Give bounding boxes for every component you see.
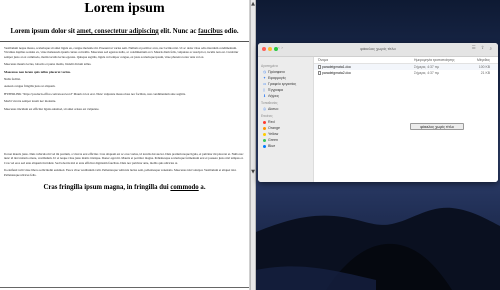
window-title: φάκελος χωρίς τίτλο [360, 46, 396, 51]
tag-dot-icon [263, 132, 266, 136]
section-heading-underlined: commodo [170, 184, 199, 192]
desktop-icon: ▭ [263, 81, 267, 86]
sidebar-item-downloads[interactable]: ⬇ Λήψεις [258, 93, 313, 99]
paragraph: Maecenas tincidunt est efficitur ligula … [4, 106, 100, 111]
subtitle-text: Lorem ipsum dolor sit [10, 28, 77, 35]
subtitle-text-mid: elit. Nunc ac [158, 28, 199, 35]
sidebar-item-label: Λήψεις [268, 94, 280, 98]
file-size: 21 KB [480, 71, 490, 75]
tag-dot-icon [263, 126, 266, 130]
footer-rule [0, 287, 249, 288]
column-size[interactable]: Μέγεθος [464, 57, 494, 63]
document-subtitle: Lorem ipsum dolor sit amet, consectetur … [0, 28, 249, 35]
paragraph: In eleifend velit vitae libero sollicitu… [4, 168, 237, 177]
file-name: paradeigmata2.doc [322, 71, 352, 75]
file-name-cell: paradeigmata2.doc [314, 70, 414, 76]
tag-dot-icon [263, 144, 266, 148]
sidebar-item-label: Δίκτυο [268, 107, 279, 111]
paragraph: Vestibulum neque massa, scelerisque sit … [4, 46, 239, 59]
section-heading-end: a. [198, 184, 206, 192]
document-title: Lorem ipsum [84, 1, 165, 16]
applications-icon: ✦ [263, 75, 267, 80]
sidebar-tag-blue[interactable]: Blue [258, 143, 313, 149]
document-section-heading: Cras fringilla ipsum magna, in fringilla… [0, 184, 249, 191]
file-list: Όνομα Ημερομηνία τροποποίησης Μέγεθος pa… [314, 57, 498, 182]
tag-dot-icon [263, 138, 266, 142]
sidebar-heading-locations: Τοποθεσίες [261, 101, 278, 105]
file-name: paradeigmata1.doc [322, 65, 352, 69]
column-date-modified[interactable]: Ημερομηνία τροποποίησης [414, 57, 464, 63]
paragraph: Aenean congue fringilla justo ut aliquam… [4, 84, 56, 89]
file-row[interactable]: paradeigmata2.doc Σήμερα, 4:37 πμ 21 KB [314, 70, 498, 76]
scroll-down-icon[interactable]: ▼ [251, 170, 255, 175]
paragraph-bold: Maecenas non lorem quis tellus placerat … [4, 69, 71, 74]
paragraph: In non mauris justo. Duis vehicula mi ve… [4, 152, 244, 165]
finder-toolbar: ‹ › φάκελος χωρίς τίτλο ☰ ⇪ ⌕ [258, 43, 498, 57]
column-name[interactable]: Όνομα [314, 57, 414, 63]
subtitle-text-end: odio. [222, 28, 239, 35]
new-folder-button[interactable]: φάκελος χωρίς τίτλο [410, 123, 464, 130]
file-date: Σήμερα, 4:37 πμ [414, 71, 440, 75]
doc-file-icon [318, 71, 321, 76]
section-heading-text: Cras fringilla ipsum magna, in fringilla… [43, 184, 171, 192]
paragraph: Maecenas mauris lectus, lobortis et puru… [4, 62, 92, 67]
file-rows: paradeigmata1.doc Σήμερα, 4:37 πμ 100 KB… [314, 64, 498, 76]
subtitle-underlined-2: faucibus [198, 28, 223, 35]
document-page[interactable]: Lorem ipsum Lorem ipsum dolor sit amet, … [0, 0, 250, 290]
tag-dot-icon [263, 120, 266, 124]
paragraph: Morbi viverra semper lorem nec molestie. [4, 99, 57, 104]
sidebar-heading-favorites: Αγαπημένα [261, 64, 278, 68]
finder-window[interactable]: ‹ › φάκελος χωρίς τίτλο ☰ ⇪ ⌕ Αγαπημένα … [258, 43, 498, 182]
finder-sidebar: Αγαπημένα ◷ Πρόσφατα ✦ Εφαρμογές ▭ Γραφείο … [258, 57, 314, 182]
wallpaper-rocks [256, 207, 500, 290]
heading-rule [0, 41, 249, 42]
paragraph: Nulla facilisi. [4, 77, 21, 82]
sidebar-heading-tags: Ετικέτες [261, 114, 273, 118]
document-icon: ▯ [263, 87, 265, 92]
page-gap [0, 114, 249, 152]
search-icon[interactable]: ⌕ [489, 46, 492, 52]
network-icon: ◎ [263, 106, 267, 111]
doc-file-icon [318, 65, 321, 70]
hyperlink-paragraph[interactable]: HYPERLINK "https://products.office.com/e… [0, 92, 249, 96]
scroll-up-icon[interactable]: ▲ [251, 2, 255, 7]
subtitle-underlined-1: amet, consectetur adipiscing [76, 28, 159, 35]
clock-icon: ◷ [263, 69, 267, 74]
file-list-header: Όνομα Ημερομηνία τροποποίησης Μέγεθος [314, 57, 498, 64]
share-icon[interactable]: ⇪ [481, 46, 485, 52]
sidebar-item-network[interactable]: ◎ Δίκτυο [258, 106, 313, 112]
tag-label: Blue [268, 144, 276, 148]
view-options-icon[interactable]: ☰ [472, 46, 476, 52]
toolbar-icons: ☰ ⇪ ⌕ [472, 46, 492, 52]
download-icon: ⬇ [263, 93, 267, 98]
